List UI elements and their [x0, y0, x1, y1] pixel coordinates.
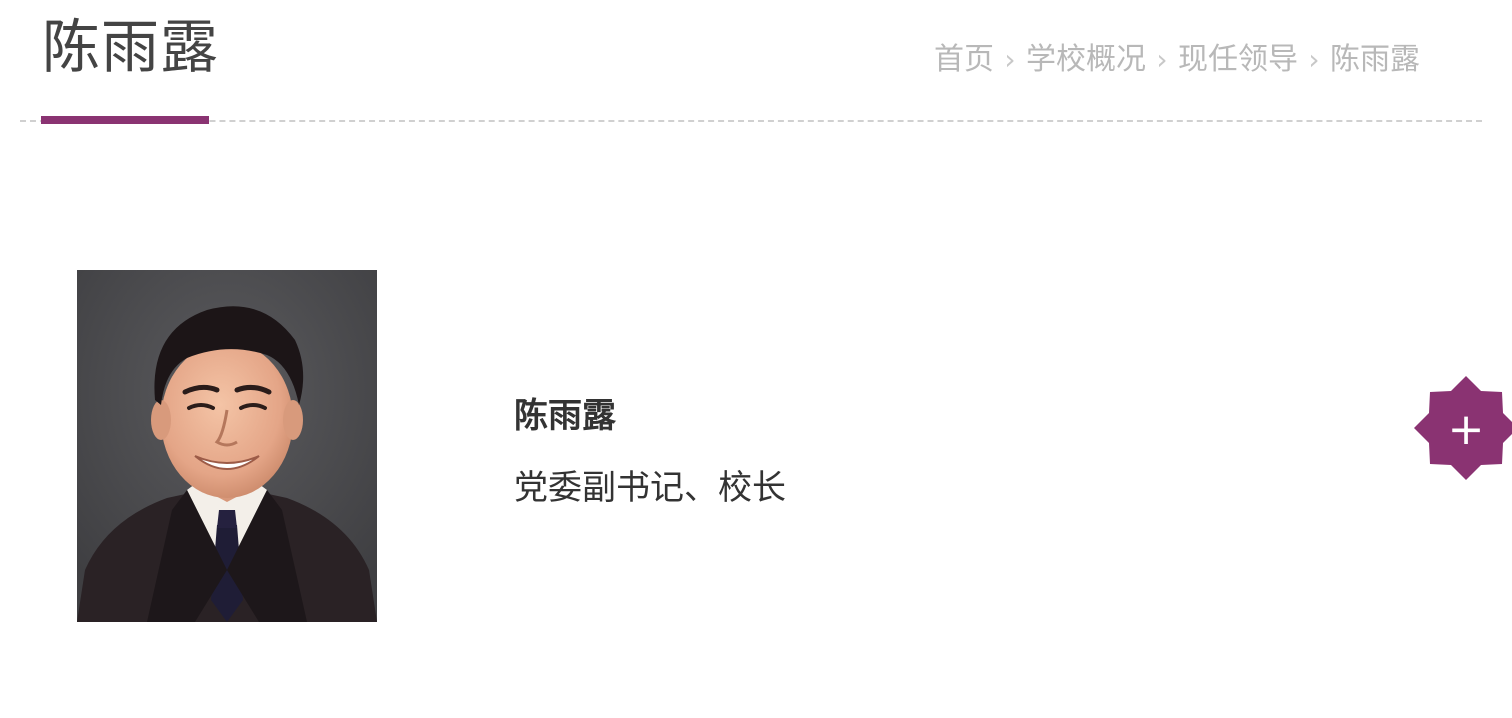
svg-text:+: + [1448, 404, 1485, 455]
expand-button[interactable]: + [1412, 374, 1512, 482]
person-position: 党委副书记、校长 [514, 468, 786, 508]
title-underline [41, 116, 209, 124]
page-title: 陈雨露 [42, 13, 220, 81]
chevron-right-icon: › [1004, 43, 1016, 76]
plus-icon: + [1414, 376, 1512, 480]
person-name: 陈雨露 [514, 396, 616, 436]
breadcrumb-about-link[interactable]: 学校概况 [1026, 40, 1146, 80]
breadcrumb: 首页 › 学校概况 › 现任领导 › 陈雨露 [934, 40, 1420, 80]
breadcrumb-home-link[interactable]: 首页 [934, 40, 994, 80]
portrait-photo [77, 270, 377, 622]
breadcrumb-current: 陈雨露 [1330, 42, 1420, 77]
chevron-right-icon: › [1156, 43, 1168, 76]
breadcrumb-leaders-link[interactable]: 现任领导 [1178, 40, 1298, 80]
header-divider [20, 120, 1482, 122]
chevron-right-icon: › [1308, 43, 1320, 76]
